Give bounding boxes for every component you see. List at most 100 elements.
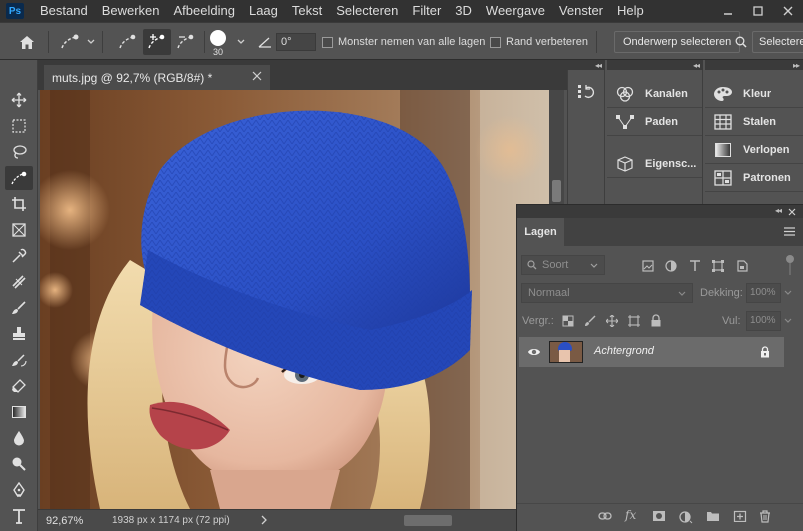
horizontal-scrollbar-thumb[interactable] [404,515,452,526]
type-tool[interactable] [5,504,33,528]
patterns-panel-button[interactable]: Patronen [705,164,803,192]
properties-panel-button[interactable]: Eigensc... [607,150,702,178]
add-mask-icon[interactable] [652,510,666,522]
gradients-panel-button[interactable]: Verlopen [705,136,803,164]
trash-icon[interactable] [759,510,771,523]
history-panel-button[interactable] [577,83,595,101]
layer-effects-icon[interactable]: fx [625,508,636,522]
blend-mode-dropdown[interactable]: Normaal [521,283,693,303]
swatches-panel-button[interactable]: Stalen [705,108,803,136]
layer-row-background[interactable]: Achtergrond [519,337,784,367]
color-panel-button[interactable]: Kleur [705,80,803,108]
tool-preset-picker[interactable] [58,23,96,61]
menu-help[interactable]: Help [610,0,651,22]
subtract-selection-mode-button[interactable] [174,23,198,61]
eyedropper-tool[interactable] [5,244,33,268]
checkbox-box[interactable] [490,36,501,48]
history-brush-tool[interactable] [5,348,33,372]
select-subject-button[interactable]: Onderwerp selecteren [614,31,741,53]
opacity-field[interactable]: 100% [746,283,781,303]
select-and-mask-button[interactable]: Selecteren [752,31,803,53]
quick-selection-tool[interactable] [5,166,33,190]
eye-icon[interactable] [527,347,541,357]
filter-toggle[interactable] [786,255,794,277]
add-to-selection-mode-button[interactable] [143,29,171,55]
menu-filter[interactable]: Filter [405,0,448,22]
frame-tool[interactable] [5,218,33,242]
menu-laag[interactable]: Laag [242,0,285,22]
close-window-button[interactable] [773,0,803,22]
adjustment-layer-icon[interactable] [679,510,693,524]
new-group-icon[interactable] [706,510,720,522]
layer-name[interactable]: Achtergrond [594,345,654,357]
paths-panel-button[interactable]: Paden [607,108,702,136]
gradient-tool[interactable] [5,400,33,424]
crop-tool[interactable] [5,192,33,216]
close-icon[interactable] [788,208,796,216]
menu-selecteren[interactable]: Selecteren [329,0,405,22]
lasso-tool[interactable] [5,140,33,164]
double-chevron-left-icon[interactable]: ◂◂ [775,206,782,215]
new-layer-icon[interactable] [733,510,747,522]
chevron-down-icon[interactable] [784,318,792,324]
status-bar: 92,67% 1938 px x 1174 px (72 ppi) [38,509,516,531]
filter-pixel-icon[interactable] [642,260,654,272]
menu-afbeelding[interactable]: Afbeelding [167,0,242,22]
dodge-tool[interactable] [5,452,33,476]
filter-type-icon[interactable] [689,260,701,272]
clone-stamp-tool[interactable] [5,322,33,346]
menu-venster[interactable]: Venster [552,0,610,22]
document-tab[interactable]: muts.jpg @ 92,7% (RGB/8#) * [44,65,270,90]
new-selection-mode-button[interactable] [116,23,140,61]
icon-strip-collapse-bar[interactable]: ◂◂ [567,60,605,70]
lock-transparent-pixels-icon[interactable] [562,315,574,327]
brush-size-picker[interactable]: 30 [210,23,226,61]
lock-artboard-icon[interactable] [628,315,640,327]
zoom-level-field[interactable]: 92,67% [42,513,94,529]
minimize-button[interactable] [713,0,743,22]
swatches-label: Stalen [743,115,777,128]
menu-tekst[interactable]: Tekst [285,0,329,22]
search-button[interactable] [735,23,747,61]
move-tool[interactable] [5,88,33,112]
filter-smart-object-icon[interactable] [736,260,748,272]
filter-shape-icon[interactable] [712,260,724,272]
menu-bewerken[interactable]: Bewerken [95,0,167,22]
chevron-down-icon[interactable] [784,290,792,296]
document-info[interactable]: 1938 px x 1174 px (72 ppi) [112,515,230,526]
marquee-tool[interactable] [5,114,33,138]
close-icon[interactable] [252,71,262,81]
panel-col1-collapse-bar[interactable]: ◂◂ [607,60,703,70]
link-layers-icon[interactable] [598,510,612,522]
sample-all-layers-checkbox[interactable]: Monster nemen van alle lagen [322,23,485,61]
layers-tab[interactable]: Lagen [517,218,564,246]
layer-filter-dropdown[interactable]: Soort [521,255,605,275]
enhance-edge-checkbox[interactable]: Rand verbeteren [490,23,588,61]
filter-adjustment-icon[interactable] [665,260,677,272]
brush-tool[interactable] [5,296,33,320]
menu-weergave[interactable]: Weergave [479,0,552,22]
angle-input[interactable]: 0° [276,33,316,51]
channels-panel-button[interactable]: Kanalen [607,80,702,108]
pen-tool[interactable] [5,478,33,502]
lock-image-pixels-icon[interactable] [584,315,596,327]
panel-menu-icon[interactable] [784,227,795,236]
opacity-label: Dekking: [700,287,743,299]
menu-bestand[interactable]: Bestand [33,0,95,22]
healing-brush-tool[interactable] [5,270,33,294]
scrollbar-thumb[interactable] [552,180,561,202]
lock-position-icon[interactable] [606,315,618,327]
eraser-tool[interactable] [5,374,33,398]
lock-all-icon[interactable] [650,314,662,327]
checkbox-box[interactable] [322,36,333,48]
panel-col2-collapse-bar[interactable]: ▸▸ [705,60,803,70]
fill-field[interactable]: 100% [746,311,781,331]
blur-tool[interactable] [5,426,33,450]
home-button[interactable] [18,23,36,61]
patterns-icon [714,169,732,186]
menu-3d[interactable]: 3D [448,0,479,22]
brush-size-dropdown[interactable] [236,23,246,61]
maximize-button[interactable] [743,0,773,22]
document-canvas[interactable] [40,90,549,509]
chevron-right-icon[interactable] [260,515,268,525]
